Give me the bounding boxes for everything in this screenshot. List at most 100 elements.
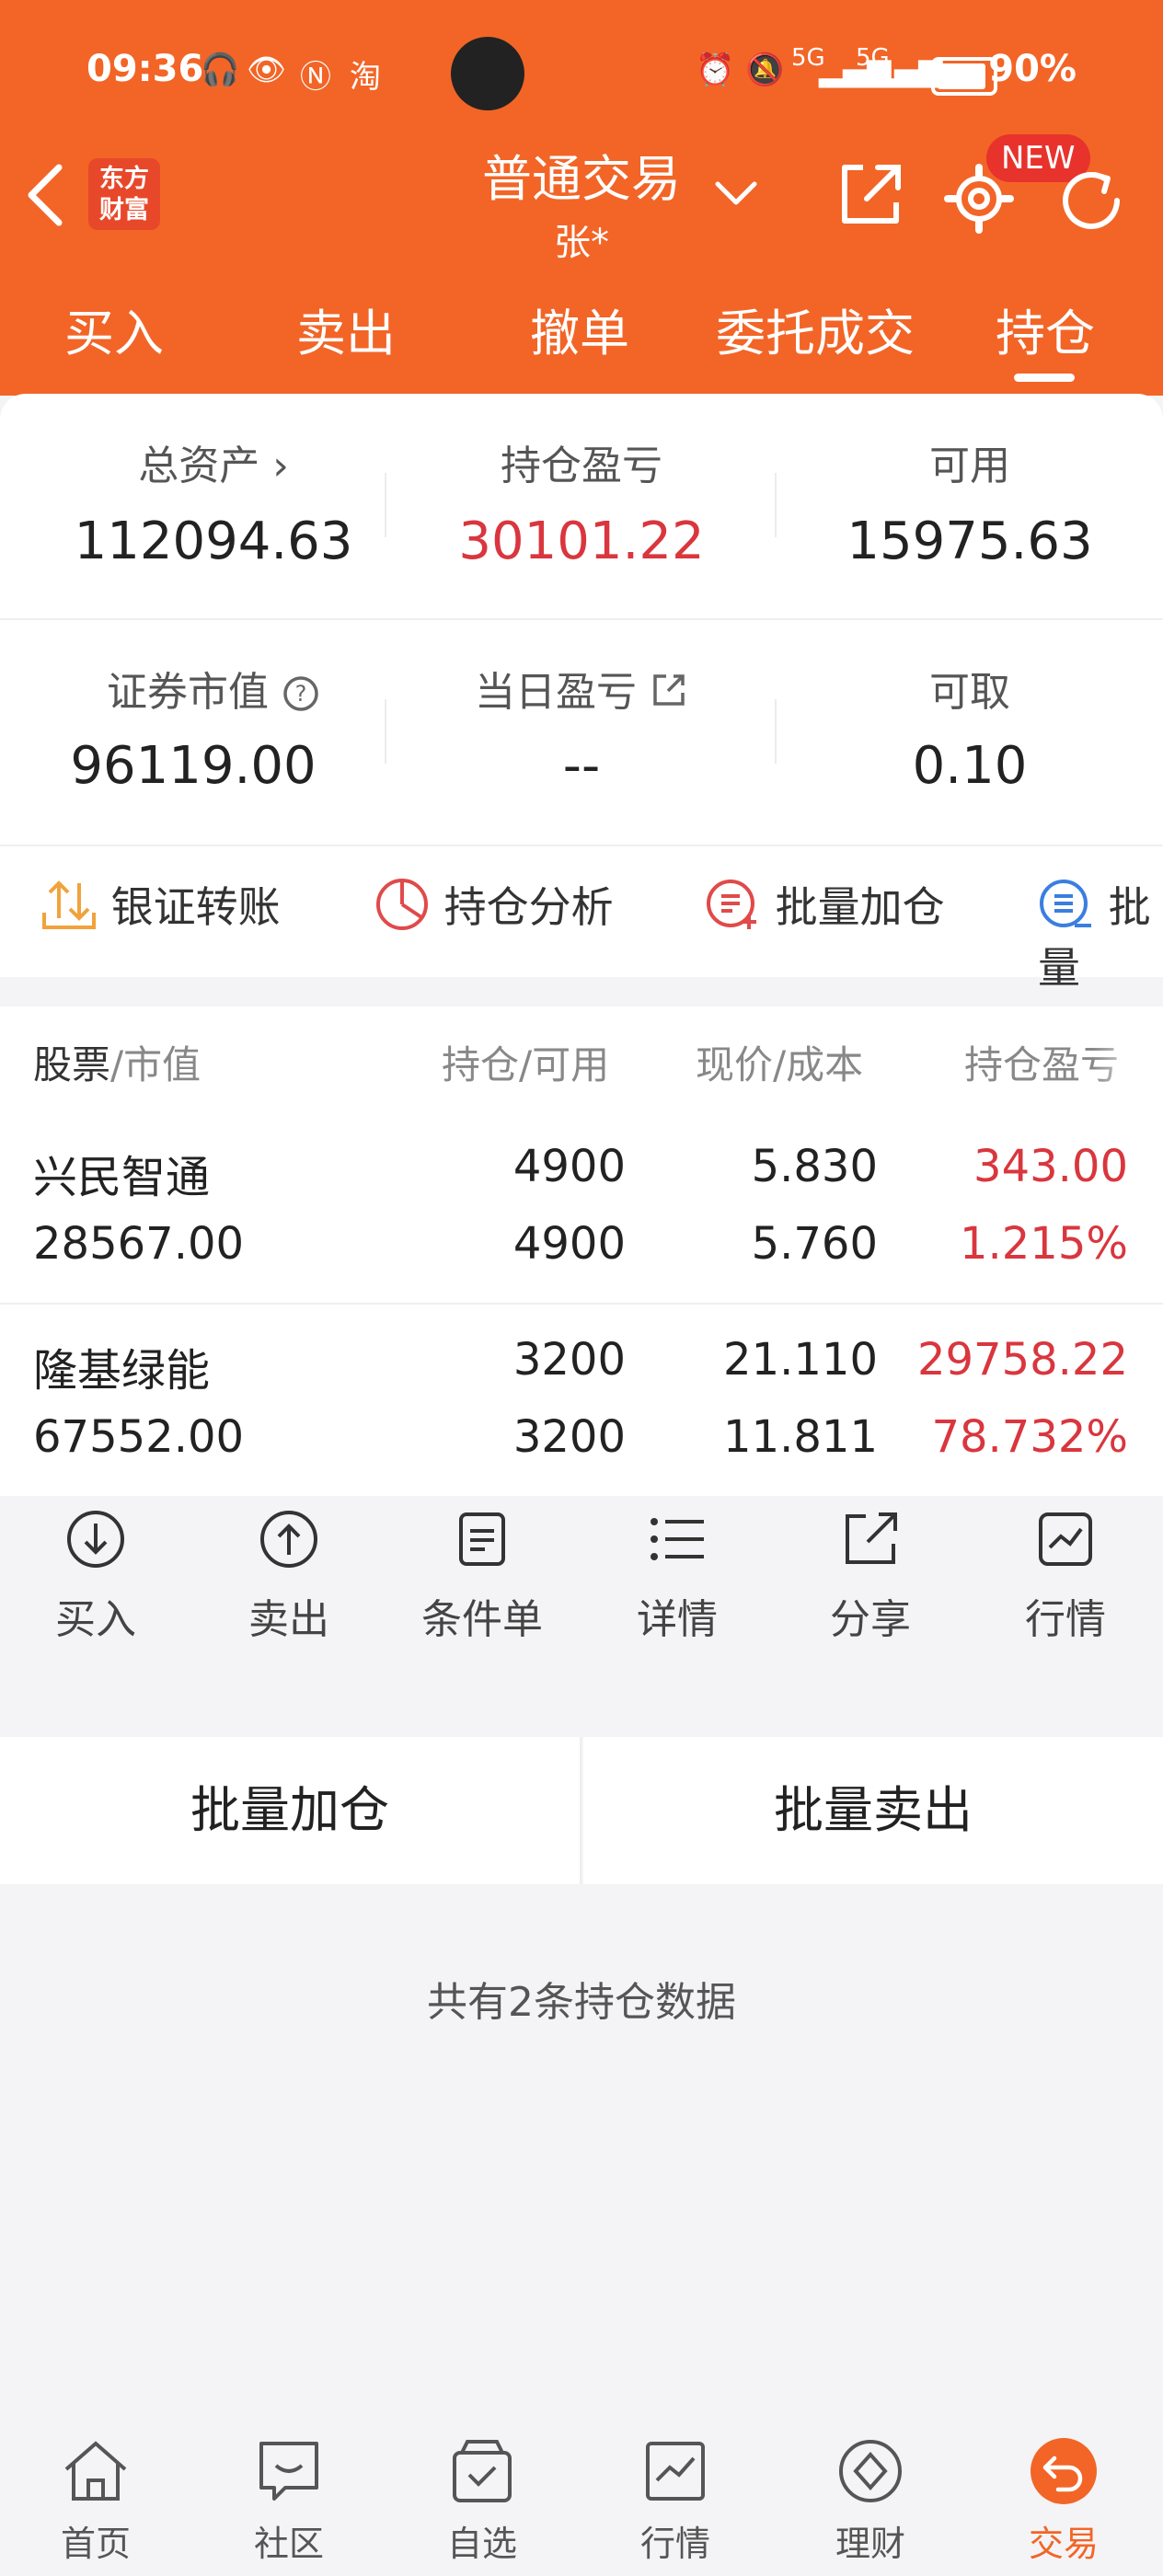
daily-pnl-value: -- bbox=[562, 736, 601, 796]
battery-level: 90% bbox=[988, 48, 1077, 90]
svg-text:?: ? bbox=[295, 681, 307, 707]
nav-home[interactable]: 首页 bbox=[22, 2434, 169, 2566]
camera-cutout bbox=[451, 37, 524, 110]
stock-name: 兴民智通 bbox=[33, 1152, 211, 1203]
coins-add-icon bbox=[707, 880, 756, 929]
tab-buy[interactable]: 买入 bbox=[40, 293, 188, 365]
market-value-label-wrap: 证券市值 ? bbox=[20, 659, 407, 718]
total-assets-label-wrap[interactable]: 总资产 › bbox=[20, 432, 407, 491]
stock-cost: 5.760 bbox=[751, 1218, 878, 1270]
app-logo: 东方 财富 bbox=[88, 158, 160, 230]
account-switcher[interactable]: 普通交易 张* bbox=[397, 138, 766, 266]
refresh-icon[interactable] bbox=[1053, 162, 1130, 239]
bank-transfer-button[interactable]: 银证转账 bbox=[40, 874, 281, 935]
stock-price: 5.830 bbox=[751, 1141, 878, 1192]
stock-pnl: 343.00 bbox=[973, 1141, 1128, 1192]
eye-icon: 👁 bbox=[247, 52, 287, 88]
action-quote-label: 行情 bbox=[1025, 1596, 1106, 1643]
action-share-button[interactable]: 分享 bbox=[788, 1509, 953, 1645]
chevron-down-icon[interactable] bbox=[712, 175, 760, 212]
stock-holding: 4900 bbox=[512, 1141, 626, 1192]
home-icon bbox=[59, 2434, 132, 2508]
stock-pnl-pct: 78.732% bbox=[931, 1411, 1128, 1463]
batch-add-tool-button[interactable]: 批量加仓 bbox=[705, 874, 945, 935]
external-link-icon bbox=[653, 674, 685, 706]
trade-icon bbox=[1027, 2434, 1100, 2508]
page-title: 普通交易 bbox=[482, 150, 681, 208]
nav-bar: 东方 财富 普通交易 张* NEW bbox=[0, 134, 1163, 264]
headset-icon: 🎧 bbox=[201, 52, 240, 88]
position-pnl-value: 30101.22 bbox=[458, 512, 705, 571]
bank-transfer-label: 银证转账 bbox=[110, 882, 281, 932]
tab-positions[interactable]: 持仓 bbox=[972, 293, 1119, 365]
header-stock-label: 股票 bbox=[33, 1042, 111, 1087]
position-pnl-label: 持仓盈亏 bbox=[501, 443, 662, 489]
stock-market-value: 67552.00 bbox=[33, 1411, 245, 1463]
header-stock-sub: /市值 bbox=[110, 1042, 202, 1087]
action-buy-button[interactable]: 买入 bbox=[13, 1509, 178, 1645]
header-stock: 股票/市值 bbox=[33, 1034, 201, 1090]
nav-trade[interactable]: 交易 bbox=[990, 2434, 1137, 2566]
header-pnl: 持仓盈亏 bbox=[964, 1042, 1120, 1087]
batch-add-tool-label: 批量加仓 bbox=[775, 882, 945, 932]
back-icon[interactable] bbox=[18, 158, 74, 232]
share-out-icon[interactable] bbox=[835, 160, 905, 230]
divider bbox=[580, 1737, 582, 1884]
action-conditional-label: 条件单 bbox=[421, 1596, 543, 1643]
action-sell-label: 卖出 bbox=[248, 1596, 329, 1643]
trade-tabs: 买入 卖出 撤单 委托成交 持仓 bbox=[0, 293, 1163, 375]
daily-pnl-label-wrap[interactable]: 当日盈亏 bbox=[388, 659, 775, 718]
action-conditional-button[interactable]: 条件单 bbox=[399, 1509, 565, 1645]
nav-market[interactable]: 行情 bbox=[602, 2434, 749, 2566]
tab-cancel[interactable]: 撤单 bbox=[506, 293, 653, 365]
action-sell-button[interactable]: 卖出 bbox=[206, 1509, 372, 1645]
alarm-icon: ⏰ bbox=[696, 52, 735, 88]
batch-more-tool-button[interactable]: 批量 bbox=[1038, 874, 1163, 995]
nav-trade-label: 交易 bbox=[1028, 2524, 1099, 2564]
positions-count: 共有2条持仓数据 bbox=[427, 1979, 736, 2026]
available-value: 15975.63 bbox=[846, 512, 1093, 571]
bottom-nav: 首页 社区 自选 行情 理财 交易 bbox=[0, 2399, 1163, 2576]
chevron-right-icon: › bbox=[259, 443, 289, 489]
stock-pnl-pct: 1.215% bbox=[959, 1218, 1128, 1270]
position-analysis-button[interactable]: 持仓分析 bbox=[374, 874, 614, 935]
market-chart-icon bbox=[639, 2434, 712, 2508]
stock-available: 4900 bbox=[512, 1218, 626, 1270]
taobao-icon: 淘 bbox=[350, 59, 381, 96]
arrow-down-circle-icon bbox=[65, 1509, 126, 1570]
tab-orders[interactable]: 委托成交 bbox=[705, 293, 926, 365]
status-bar: 09:36 🎧 👁 Ⓝ 淘 ⏰ 🔕 5G ▂▄▆ 5G ▂▄▆ 90% bbox=[0, 37, 1163, 110]
pie-chart-icon bbox=[376, 879, 428, 930]
action-share-label: 分享 bbox=[830, 1596, 911, 1643]
withdrawable-value: 0.10 bbox=[912, 736, 1028, 796]
tab-sell[interactable]: 卖出 bbox=[272, 293, 420, 365]
nav-wealth[interactable]: 理财 bbox=[797, 2434, 944, 2566]
nav-watchlist[interactable]: 自选 bbox=[409, 2434, 556, 2566]
position-analysis-label: 持仓分析 bbox=[443, 882, 614, 932]
document-icon bbox=[452, 1509, 512, 1570]
batch-add-button[interactable]: 批量加仓 bbox=[0, 1737, 580, 1884]
batch-sell-button[interactable]: 批量卖出 bbox=[583, 1737, 1163, 1884]
help-icon[interactable]: ? bbox=[282, 671, 320, 718]
stock-market-value: 28567.00 bbox=[33, 1218, 245, 1270]
mute-icon: 🔕 bbox=[745, 52, 785, 88]
stock-available: 3200 bbox=[512, 1411, 626, 1463]
stock-holding: 3200 bbox=[512, 1334, 626, 1386]
divider bbox=[385, 699, 386, 764]
divider bbox=[385, 473, 386, 537]
action-details-button[interactable]: 详情 bbox=[594, 1509, 760, 1645]
list-icon bbox=[647, 1509, 708, 1570]
available-label: 可用 bbox=[929, 443, 1010, 489]
nav-watchlist-label: 自选 bbox=[446, 2524, 517, 2564]
market-value-value: 96119.00 bbox=[70, 736, 317, 796]
total-assets-value: 112094.63 bbox=[74, 512, 353, 571]
stock-price: 21.110 bbox=[723, 1334, 878, 1386]
nav-community[interactable]: 社区 bbox=[215, 2434, 363, 2566]
action-quote-button[interactable]: 行情 bbox=[983, 1509, 1148, 1645]
account-name: 张* bbox=[554, 222, 609, 264]
stock-name: 隆基绿能 bbox=[33, 1345, 211, 1397]
coins-icon bbox=[1040, 880, 1091, 927]
action-details-label: 详情 bbox=[637, 1596, 718, 1643]
tab-indicator bbox=[1014, 374, 1075, 382]
chat-icon bbox=[252, 2434, 326, 2508]
